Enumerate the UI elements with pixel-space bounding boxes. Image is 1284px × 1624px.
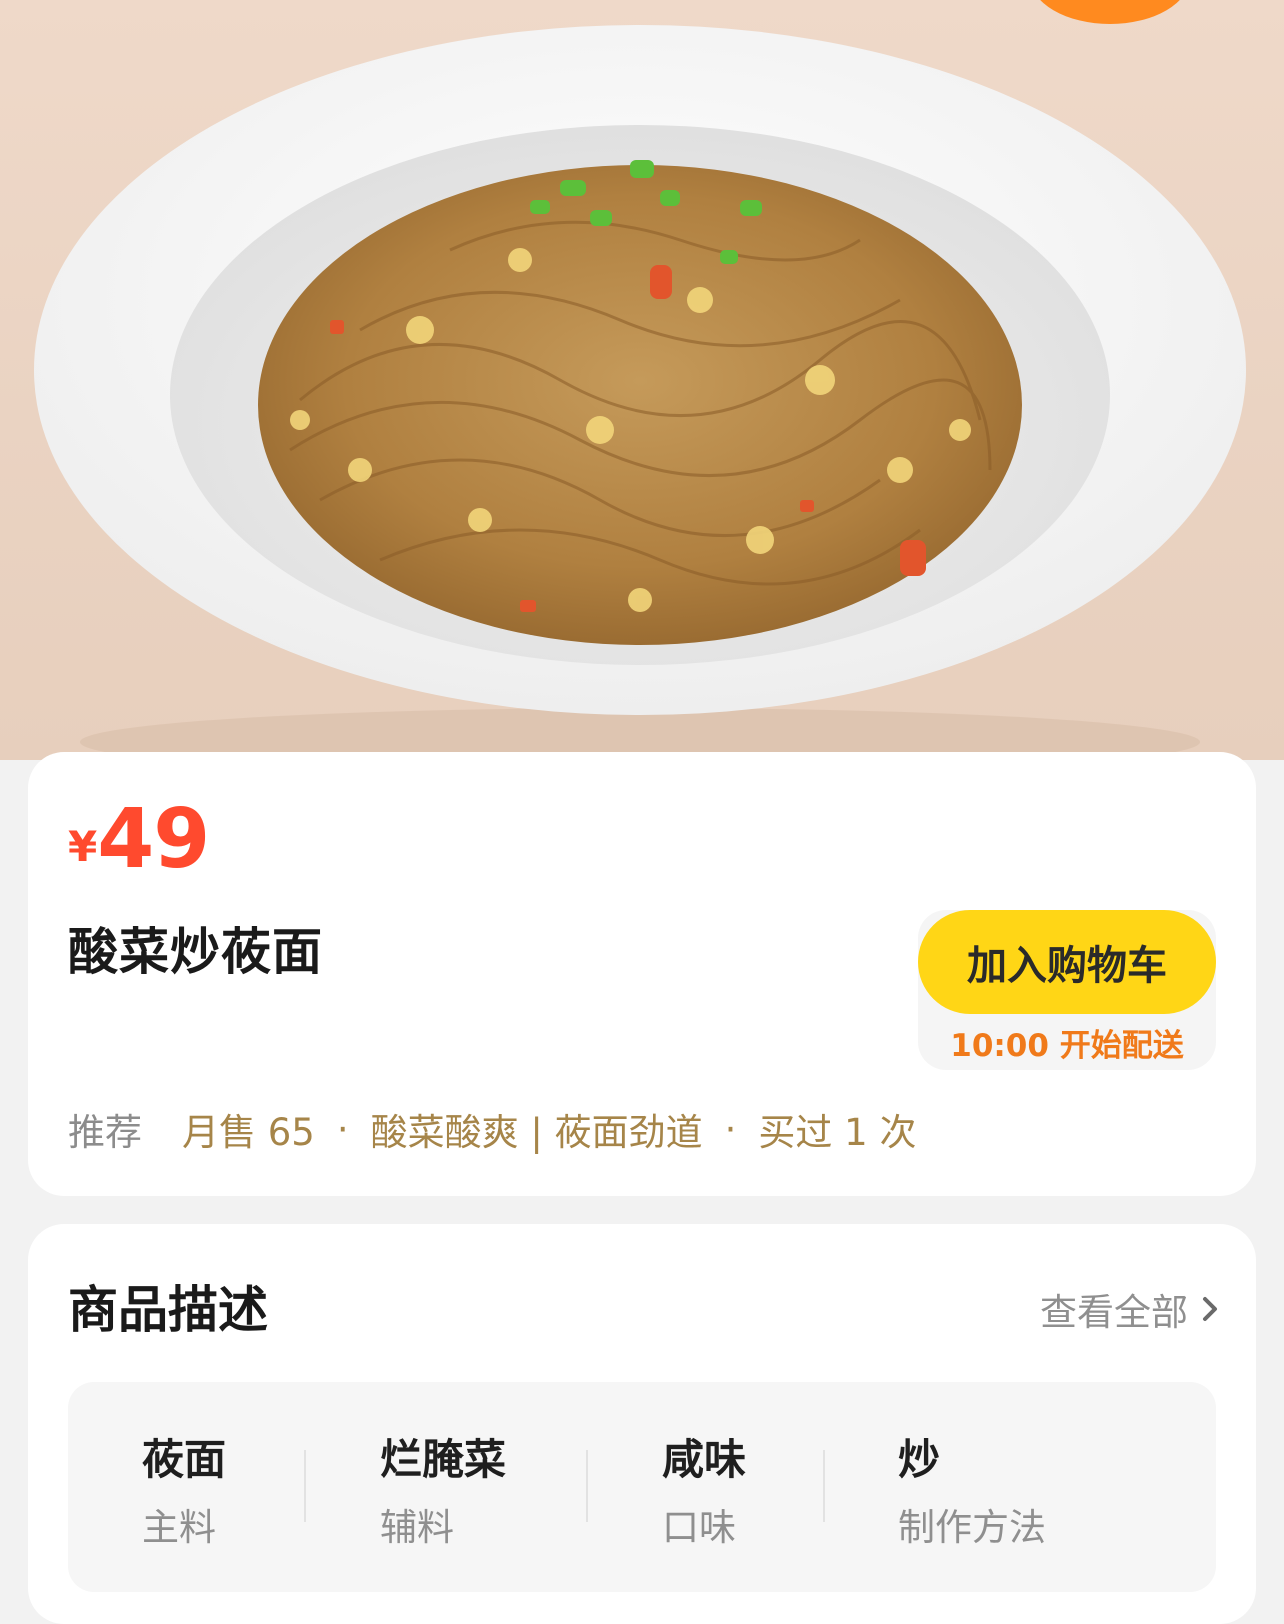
price: ¥49 xyxy=(68,792,210,887)
attribute-label: 主料 xyxy=(142,1506,216,1549)
view-all-link[interactable]: 查看全部 xyxy=(1040,1282,1218,1336)
attribute-value: 烂腌菜 xyxy=(380,1435,507,1484)
section-title: 商品描述 xyxy=(68,1281,268,1339)
description-card: 商品描述 查看全部 莜面 主料 烂腌菜 辅料 咸味 口味 炒 制作方法 xyxy=(28,1224,1256,1624)
attribute-value: 炒 xyxy=(898,1435,941,1484)
attribute-divider xyxy=(304,1450,306,1522)
product-name: 酸菜炒莜面 xyxy=(68,923,323,981)
attribute-flavor: 咸味 口味 xyxy=(662,1426,746,1551)
attribute-value: 咸味 xyxy=(662,1435,747,1484)
attribute-label: 辅料 xyxy=(380,1506,454,1549)
chevron-right-icon xyxy=(1202,1296,1218,1322)
attribute-main-ingredient: 莜面 主料 xyxy=(142,1426,226,1551)
delivery-time-note: 10:00 开始配送 xyxy=(950,1028,1184,1064)
monthly-sales: 月售 65 xyxy=(182,1111,315,1154)
product-info-card: ¥49 酸菜炒莜面 加入购物车 10:00 开始配送 推荐 月售 65 · 酸菜… xyxy=(28,752,1256,1196)
cart-area: 加入购物车 10:00 开始配送 xyxy=(918,910,1216,1070)
attribute-divider xyxy=(823,1450,825,1522)
attribute-value: 莜面 xyxy=(142,1435,227,1484)
product-meta: 推荐 月售 65 · 酸菜酸爽 | 莜面劲道 · 买过 1 次 xyxy=(68,1102,916,1156)
attribute-cooking-method: 炒 制作方法 xyxy=(898,1426,1046,1551)
feature-tags: 酸菜酸爽 | 莜面劲道 xyxy=(370,1111,703,1154)
attribute-panel: 莜面 主料 烂腌菜 辅料 咸味 口味 炒 制作方法 xyxy=(68,1382,1216,1592)
attribute-label: 口味 xyxy=(662,1506,736,1549)
purchase-history: 买过 1 次 xyxy=(758,1111,917,1154)
meta-separator: · xyxy=(724,1107,737,1151)
add-to-cart-button[interactable]: 加入购物车 xyxy=(918,910,1216,1014)
view-all-label: 查看全部 xyxy=(1040,1291,1188,1334)
attribute-label: 制作方法 xyxy=(898,1506,1046,1549)
attribute-side-ingredient: 烂腌菜 辅料 xyxy=(380,1426,506,1551)
price-value: 49 xyxy=(97,792,210,887)
noodle-plate-illustration xyxy=(34,25,1246,760)
currency-symbol: ¥ xyxy=(68,822,98,871)
product-image xyxy=(0,0,1284,760)
attribute-divider xyxy=(586,1450,588,1522)
meta-separator: · xyxy=(336,1107,349,1151)
recommend-label: 推荐 xyxy=(68,1111,142,1154)
